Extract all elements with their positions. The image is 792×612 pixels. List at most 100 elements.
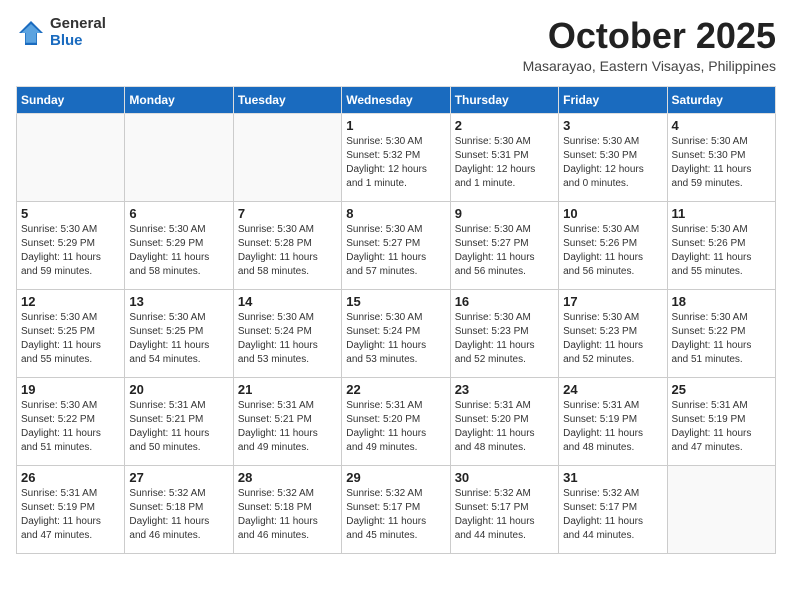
calendar-cell: 5 Sunrise: 5:30 AMSunset: 5:29 PMDaylight… xyxy=(17,201,125,289)
calendar-cell xyxy=(233,113,341,201)
day-info: Sunrise: 5:32 AMSunset: 5:18 PMDaylight:… xyxy=(129,487,228,543)
logo-general-label: General xyxy=(50,16,106,33)
weekday-header-thursday: Thursday xyxy=(450,86,558,113)
calendar-cell: 31Sunrise: 5:32 AMSunset: 5:17 PMDayligh… xyxy=(559,465,667,553)
day-info: Sunrise: 5:31 AMSunset: 5:21 PMDaylight:… xyxy=(238,399,337,455)
calendar-cell: 25 Sunrise: 5:31 AMSunset: 5:19 PMDayligh… xyxy=(667,377,775,465)
calendar-cell: 20 Sunrise: 5:31 AMSunset: 5:21 PMDayligh… xyxy=(125,377,233,465)
day-number: 20 xyxy=(129,382,228,397)
day-number: 16 xyxy=(455,294,554,309)
day-number: 27 xyxy=(129,470,228,485)
day-number: 3 xyxy=(563,118,662,133)
calendar-cell: 17Sunrise: 5:30 AMSunset: 5:23 PMDayligh… xyxy=(559,289,667,377)
day-number: 23 xyxy=(455,382,554,397)
day-info: Sunrise: 5:32 AMSunset: 5:17 PMDaylight:… xyxy=(346,487,445,543)
calendar-cell: 2 Sunrise: 5:30 AMSunset: 5:31 PMDaylight… xyxy=(450,113,558,201)
calendar-cell: 3 Sunrise: 5:30 AMSunset: 5:30 PMDaylight… xyxy=(559,113,667,201)
week-row-1: 1 Sunrise: 5:30 AMSunset: 5:32 PMDaylight… xyxy=(17,113,776,201)
weekday-header-friday: Friday xyxy=(559,86,667,113)
day-info: Sunrise: 5:31 AMSunset: 5:19 PMDaylight:… xyxy=(672,399,771,455)
day-number: 1 xyxy=(346,118,445,133)
calendar-cell: 8Sunrise: 5:30 AMSunset: 5:27 PMDaylight… xyxy=(342,201,450,289)
day-number: 29 xyxy=(346,470,445,485)
day-number: 19 xyxy=(21,382,120,397)
calendar-cell: 4Sunrise: 5:30 AMSunset: 5:30 PMDaylight… xyxy=(667,113,775,201)
calendar: SundayMondayTuesdayWednesdayThursdayFrid… xyxy=(16,86,776,554)
day-info: Sunrise: 5:30 AMSunset: 5:24 PMDaylight:… xyxy=(238,311,337,367)
logo-text: General Blue xyxy=(50,16,106,49)
day-info: Sunrise: 5:31 AMSunset: 5:21 PMDaylight:… xyxy=(129,399,228,455)
month-title: October 2025 xyxy=(523,16,776,56)
day-number: 25 xyxy=(672,382,771,397)
day-number: 15 xyxy=(346,294,445,309)
day-number: 30 xyxy=(455,470,554,485)
calendar-cell: 10 Sunrise: 5:30 AMSunset: 5:26 PMDayligh… xyxy=(559,201,667,289)
day-info: Sunrise: 5:30 AMSunset: 5:22 PMDaylight:… xyxy=(21,399,120,455)
day-info: Sunrise: 5:30 AMSunset: 5:28 PMDaylight:… xyxy=(238,223,337,279)
week-row-5: 26Sunrise: 5:31 AMSunset: 5:19 PMDayligh… xyxy=(17,465,776,553)
day-info: Sunrise: 5:30 AMSunset: 5:26 PMDaylight:… xyxy=(563,223,662,279)
calendar-cell: 29 Sunrise: 5:32 AMSunset: 5:17 PMDayligh… xyxy=(342,465,450,553)
calendar-cell: 22 Sunrise: 5:31 AMSunset: 5:20 PMDayligh… xyxy=(342,377,450,465)
day-number: 5 xyxy=(21,206,120,221)
calendar-cell xyxy=(17,113,125,201)
logo: General Blue xyxy=(16,16,106,49)
day-number: 4 xyxy=(672,118,771,133)
calendar-cell xyxy=(667,465,775,553)
day-info: Sunrise: 5:30 AMSunset: 5:26 PMDaylight:… xyxy=(672,223,771,279)
day-info: Sunrise: 5:30 AMSunset: 5:27 PMDaylight:… xyxy=(455,223,554,279)
calendar-cell: 1 Sunrise: 5:30 AMSunset: 5:32 PMDaylight… xyxy=(342,113,450,201)
calendar-cell: 16 Sunrise: 5:30 AMSunset: 5:23 PMDayligh… xyxy=(450,289,558,377)
day-info: Sunrise: 5:30 AMSunset: 5:32 PMDaylight:… xyxy=(346,135,445,191)
calendar-cell: 11Sunrise: 5:30 AMSunset: 5:26 PMDayligh… xyxy=(667,201,775,289)
day-number: 28 xyxy=(238,470,337,485)
logo-blue-label: Blue xyxy=(50,33,106,50)
day-number: 2 xyxy=(455,118,554,133)
week-row-4: 19 Sunrise: 5:30 AMSunset: 5:22 PMDayligh… xyxy=(17,377,776,465)
calendar-cell: 12 Sunrise: 5:30 AMSunset: 5:25 PMDayligh… xyxy=(17,289,125,377)
weekday-header-monday: Monday xyxy=(125,86,233,113)
logo-icon xyxy=(16,18,46,48)
calendar-cell: 13Sunrise: 5:30 AMSunset: 5:25 PMDayligh… xyxy=(125,289,233,377)
day-info: Sunrise: 5:30 AMSunset: 5:31 PMDaylight:… xyxy=(455,135,554,191)
day-info: Sunrise: 5:30 AMSunset: 5:29 PMDaylight:… xyxy=(21,223,120,279)
day-number: 10 xyxy=(563,206,662,221)
day-info: Sunrise: 5:30 AMSunset: 5:25 PMDaylight:… xyxy=(21,311,120,367)
day-info: Sunrise: 5:30 AMSunset: 5:29 PMDaylight:… xyxy=(129,223,228,279)
day-number: 17 xyxy=(563,294,662,309)
title-area: October 2025 Masarayao, Eastern Visayas,… xyxy=(523,16,776,74)
calendar-cell: 18 Sunrise: 5:30 AMSunset: 5:22 PMDayligh… xyxy=(667,289,775,377)
calendar-cell: 15Sunrise: 5:30 AMSunset: 5:24 PMDayligh… xyxy=(342,289,450,377)
calendar-cell: 28Sunrise: 5:32 AMSunset: 5:18 PMDayligh… xyxy=(233,465,341,553)
weekday-header-wednesday: Wednesday xyxy=(342,86,450,113)
day-info: Sunrise: 5:31 AMSunset: 5:20 PMDaylight:… xyxy=(346,399,445,455)
weekday-header-tuesday: Tuesday xyxy=(233,86,341,113)
day-number: 8 xyxy=(346,206,445,221)
day-number: 14 xyxy=(238,294,337,309)
location-title: Masarayao, Eastern Visayas, Philippines xyxy=(523,58,776,74)
day-number: 9 xyxy=(455,206,554,221)
week-row-2: 5 Sunrise: 5:30 AMSunset: 5:29 PMDaylight… xyxy=(17,201,776,289)
header: General Blue October 2025 Masarayao, Eas… xyxy=(16,16,776,74)
calendar-cell: 26Sunrise: 5:31 AMSunset: 5:19 PMDayligh… xyxy=(17,465,125,553)
calendar-cell: 7Sunrise: 5:30 AMSunset: 5:28 PMDaylight… xyxy=(233,201,341,289)
day-number: 24 xyxy=(563,382,662,397)
calendar-cell: 9 Sunrise: 5:30 AMSunset: 5:27 PMDaylight… xyxy=(450,201,558,289)
day-number: 12 xyxy=(21,294,120,309)
day-info: Sunrise: 5:30 AMSunset: 5:30 PMDaylight:… xyxy=(563,135,662,191)
calendar-cell: 14 Sunrise: 5:30 AMSunset: 5:24 PMDayligh… xyxy=(233,289,341,377)
day-number: 18 xyxy=(672,294,771,309)
calendar-cell: 6Sunrise: 5:30 AMSunset: 5:29 PMDaylight… xyxy=(125,201,233,289)
calendar-cell: 23 Sunrise: 5:31 AMSunset: 5:20 PMDayligh… xyxy=(450,377,558,465)
day-number: 22 xyxy=(346,382,445,397)
calendar-cell: 21Sunrise: 5:31 AMSunset: 5:21 PMDayligh… xyxy=(233,377,341,465)
day-info: Sunrise: 5:32 AMSunset: 5:17 PMDaylight:… xyxy=(563,487,662,543)
day-info: Sunrise: 5:31 AMSunset: 5:20 PMDaylight:… xyxy=(455,399,554,455)
day-info: Sunrise: 5:31 AMSunset: 5:19 PMDaylight:… xyxy=(563,399,662,455)
day-info: Sunrise: 5:30 AMSunset: 5:23 PMDaylight:… xyxy=(455,311,554,367)
weekday-header-saturday: Saturday xyxy=(667,86,775,113)
day-info: Sunrise: 5:30 AMSunset: 5:22 PMDaylight:… xyxy=(672,311,771,367)
calendar-cell: 27 Sunrise: 5:32 AMSunset: 5:18 PMDayligh… xyxy=(125,465,233,553)
calendar-cell xyxy=(125,113,233,201)
calendar-cell: 19 Sunrise: 5:30 AMSunset: 5:22 PMDayligh… xyxy=(17,377,125,465)
